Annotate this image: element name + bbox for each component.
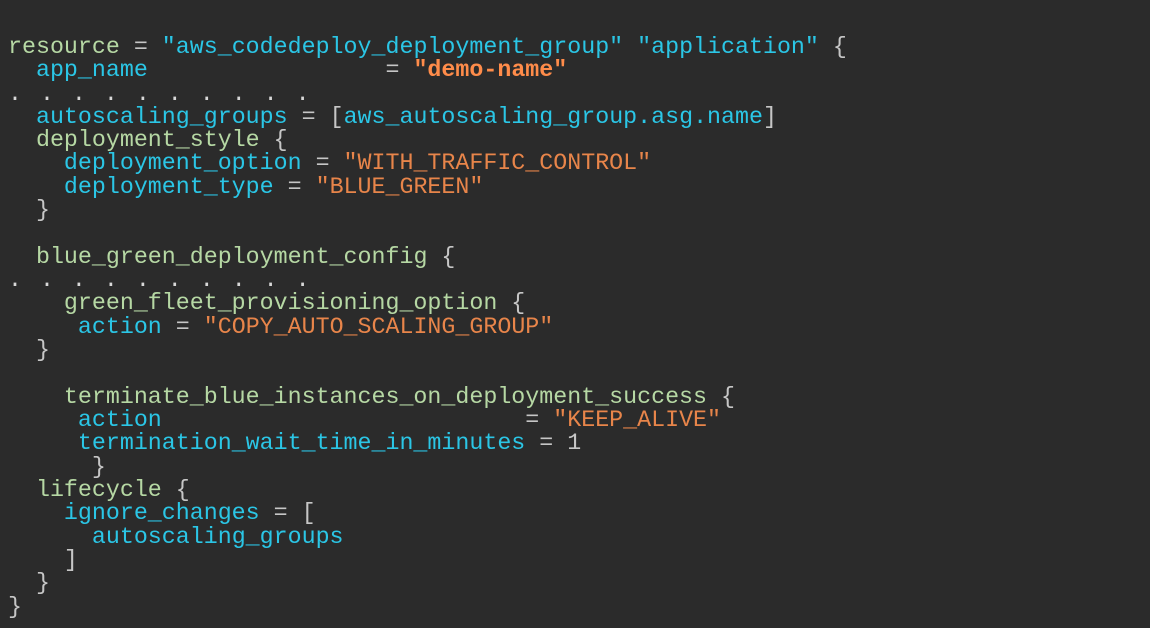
code-line-13: } bbox=[8, 338, 50, 362]
code-line-10: . . . . . . . . . . bbox=[8, 268, 312, 292]
brace-token: { bbox=[427, 244, 456, 270]
code-line-5: deployment_style { bbox=[8, 128, 288, 152]
code-line-6: deployment_option = "WITH_TRAFFIC_CONTRO… bbox=[8, 151, 651, 175]
operator-token: = bbox=[273, 174, 316, 200]
brace-token: { bbox=[497, 290, 526, 316]
string-token: "BLUE_GREEN" bbox=[315, 174, 484, 200]
string-token: "COPY_AUTO_SCALING_GROUP" bbox=[203, 314, 554, 340]
string-token: "demo-name" bbox=[413, 57, 568, 83]
operator-token: = bbox=[525, 430, 568, 456]
operator-token: = bbox=[287, 104, 330, 130]
code-line-4: autoscaling_groups = [aws_autoscaling_gr… bbox=[8, 105, 777, 129]
code-line-18: lifecycle { bbox=[8, 478, 190, 502]
operator-token: = bbox=[147, 57, 414, 83]
attribute-token: ignore_changes bbox=[63, 500, 260, 526]
brace-token: } bbox=[35, 337, 50, 363]
code-line-20: autoscaling_groups bbox=[8, 525, 344, 549]
bracket-token: ] bbox=[762, 104, 777, 130]
code-line-1: resource = "aws_codedeploy_deployment_gr… bbox=[8, 35, 847, 59]
operator-token: = bbox=[301, 150, 344, 176]
attribute-token: app_name bbox=[35, 57, 148, 83]
string-token: "WITH_TRAFFIC_CONTROL" bbox=[343, 150, 652, 176]
code-line-7: deployment_type = "BLUE_GREEN" bbox=[8, 175, 483, 199]
code-line-22: } bbox=[8, 571, 50, 595]
code-line-8: } bbox=[8, 198, 50, 222]
block-token: green_fleet_provisioning_option bbox=[63, 290, 498, 316]
brace-token: } bbox=[35, 570, 50, 596]
code-line-12: action = "COPY_AUTO_SCALING_GROUP" bbox=[8, 315, 553, 339]
number-token: 1 bbox=[567, 430, 582, 456]
code-line-23: } bbox=[8, 595, 22, 619]
bracket-token: [ bbox=[329, 104, 344, 130]
code-line-11: green_fleet_provisioning_option { bbox=[8, 291, 525, 315]
code-line-3: . . . . . . . . . . bbox=[8, 82, 312, 106]
attribute-token: termination_wait_time_in_minutes bbox=[77, 430, 526, 456]
brace-token: { bbox=[818, 34, 847, 60]
code-line-19: ignore_changes = [ bbox=[8, 501, 316, 525]
code-line-2: app_name = "demo-name" bbox=[8, 58, 567, 82]
brace-token: } bbox=[8, 594, 22, 620]
string-token: "application" bbox=[623, 34, 819, 60]
bracket-token: [ bbox=[301, 500, 316, 526]
attribute-token: deployment_type bbox=[63, 174, 274, 200]
attribute-token: deployment_option bbox=[63, 150, 302, 176]
attribute-token: autoscaling_groups bbox=[91, 524, 344, 550]
code-line-17: } bbox=[8, 455, 106, 479]
code-line-9: blue_green_deployment_config { bbox=[8, 245, 455, 269]
code-editor[interactable]: resource = "aws_codedeploy_deployment_gr… bbox=[0, 0, 1150, 628]
attribute-token: action bbox=[77, 314, 162, 340]
code-line-15: action = "KEEP_ALIVE" bbox=[8, 408, 721, 432]
code-line-16: termination_wait_time_in_minutes = 1 bbox=[8, 431, 581, 455]
reference-token: aws_autoscaling_group.asg.name bbox=[343, 104, 763, 130]
operator-token: = bbox=[161, 314, 204, 340]
bracket-token: ] bbox=[63, 547, 78, 573]
code-line-21: ] bbox=[8, 548, 78, 572]
code-line-14: terminate_blue_instances_on_deployment_s… bbox=[8, 385, 735, 409]
brace-token: } bbox=[35, 197, 50, 223]
operator-token: = bbox=[259, 500, 302, 526]
